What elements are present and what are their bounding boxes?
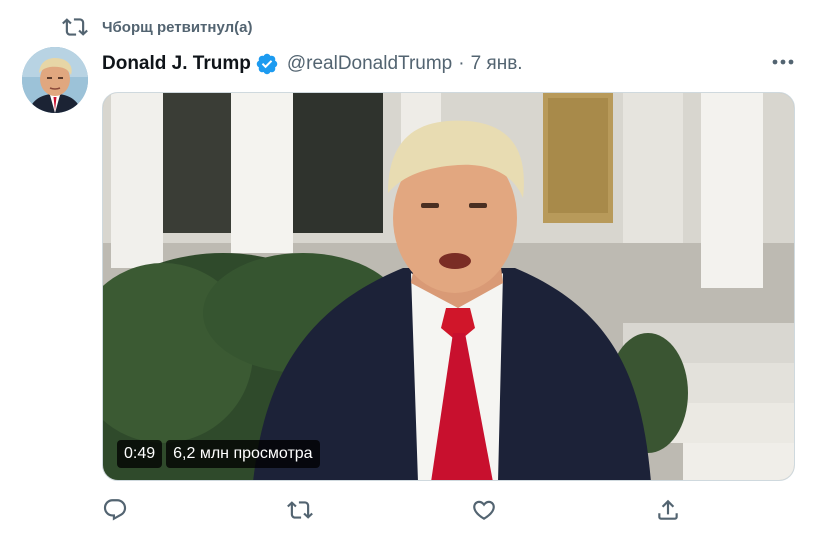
retweeted-by-label: Чборщ ретвитнул(а)	[102, 18, 253, 36]
avatar-image	[22, 47, 88, 113]
retweet-button[interactable]	[287, 497, 313, 523]
tweet-header: Donald J. Trump @realDonaldTrump · 7 янв…	[102, 50, 802, 78]
social-context[interactable]: Чборщ ретвитнул(а)	[62, 14, 252, 40]
like-button[interactable]	[471, 497, 497, 523]
verified-badge-icon	[256, 53, 278, 75]
user-handle[interactable]: @realDonaldTrump	[287, 53, 452, 75]
reply-icon	[103, 499, 127, 521]
video-thumbnail	[103, 93, 794, 480]
tweet-actions	[102, 497, 795, 523]
video-view-count: 6,2 млн просмотра	[166, 440, 320, 468]
share-button[interactable]	[655, 497, 681, 523]
video-meta: 0:49 6,2 млн просмотра	[117, 440, 320, 468]
separator-dot: ·	[458, 53, 465, 74]
share-icon	[658, 499, 678, 520]
heart-icon	[473, 500, 495, 520]
reply-button[interactable]	[102, 497, 128, 523]
more-options-icon[interactable]	[770, 52, 796, 72]
video-duration: 0:49	[117, 440, 163, 468]
avatar[interactable]	[22, 47, 88, 113]
video-player[interactable]: 0:49 6,2 млн просмотра	[102, 92, 795, 481]
retweet-icon	[287, 501, 313, 519]
display-name[interactable]: Donald J. Trump	[102, 53, 251, 75]
tweet-timestamp[interactable]: 7 янв.	[471, 53, 523, 75]
retweet-icon	[62, 18, 88, 36]
